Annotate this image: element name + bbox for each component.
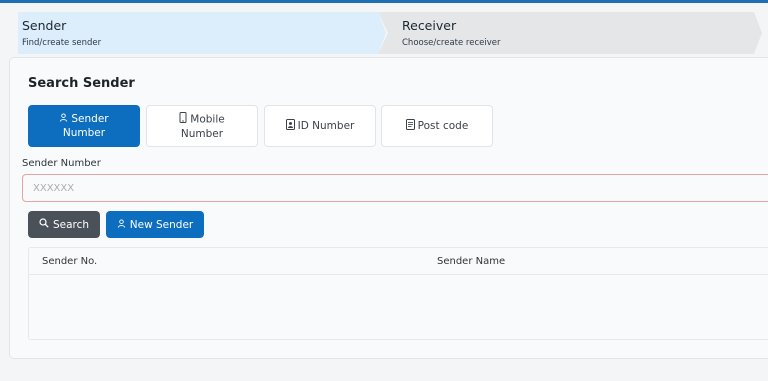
- sender-number-input[interactable]: [23, 175, 768, 201]
- tile-id-number[interactable]: ID Number: [264, 105, 376, 147]
- step-sender-subtitle: Find/create sender: [22, 38, 102, 48]
- user-icon: [117, 218, 126, 231]
- tile-mobile-number[interactable]: Mobile Number: [146, 105, 258, 147]
- user-icon: [59, 112, 68, 126]
- search-sender-card: Search Sender Sender Number Mobile Numbe…: [9, 57, 768, 359]
- sender-number-label: Sender Number: [22, 158, 101, 169]
- step-sender[interactable]: Sender Find/create sender: [18, 12, 386, 54]
- mobile-icon: [179, 111, 187, 127]
- document-icon: [405, 118, 415, 134]
- tile-post-code[interactable]: Post code: [381, 105, 493, 147]
- card-title: Search Sender: [28, 76, 135, 91]
- search-button-label: Search: [52, 218, 90, 231]
- search-button[interactable]: Search: [28, 211, 100, 238]
- new-sender-button[interactable]: New Sender: [106, 211, 204, 238]
- tile-mobile-number-line2: Number: [180, 127, 224, 140]
- step-receiver[interactable]: Receiver Choose/create receiver: [378, 12, 762, 54]
- step-receiver-subtitle: Choose/create receiver: [402, 38, 501, 48]
- tile-sender-number-line1: Sender: [71, 113, 109, 125]
- tile-sender-number[interactable]: Sender Number: [28, 105, 140, 147]
- id-card-icon: [285, 118, 295, 134]
- tile-post-code-label: Post code: [417, 120, 469, 132]
- column-header-sender-no[interactable]: Sender No.: [42, 256, 97, 267]
- tile-mobile-number-line1: Mobile: [190, 113, 225, 125]
- table-header: Sender No. Sender Name: [29, 248, 768, 275]
- top-accent-line: [0, 0, 768, 3]
- search-icon: [39, 218, 49, 231]
- tile-id-number-label: ID Number: [297, 120, 355, 132]
- sender-results-table: Sender No. Sender Name: [28, 247, 768, 340]
- new-sender-button-label: New Sender: [129, 218, 194, 231]
- step-receiver-title: Receiver: [402, 18, 457, 33]
- tile-sender-number-line2: Number: [62, 127, 106, 139]
- sender-number-field-wrapper: [22, 174, 768, 202]
- column-header-sender-name[interactable]: Sender Name: [437, 256, 505, 267]
- wizard-stepper: Sender Find/create sender Receiver Choos…: [0, 12, 768, 54]
- step-sender-title: Sender: [22, 18, 67, 33]
